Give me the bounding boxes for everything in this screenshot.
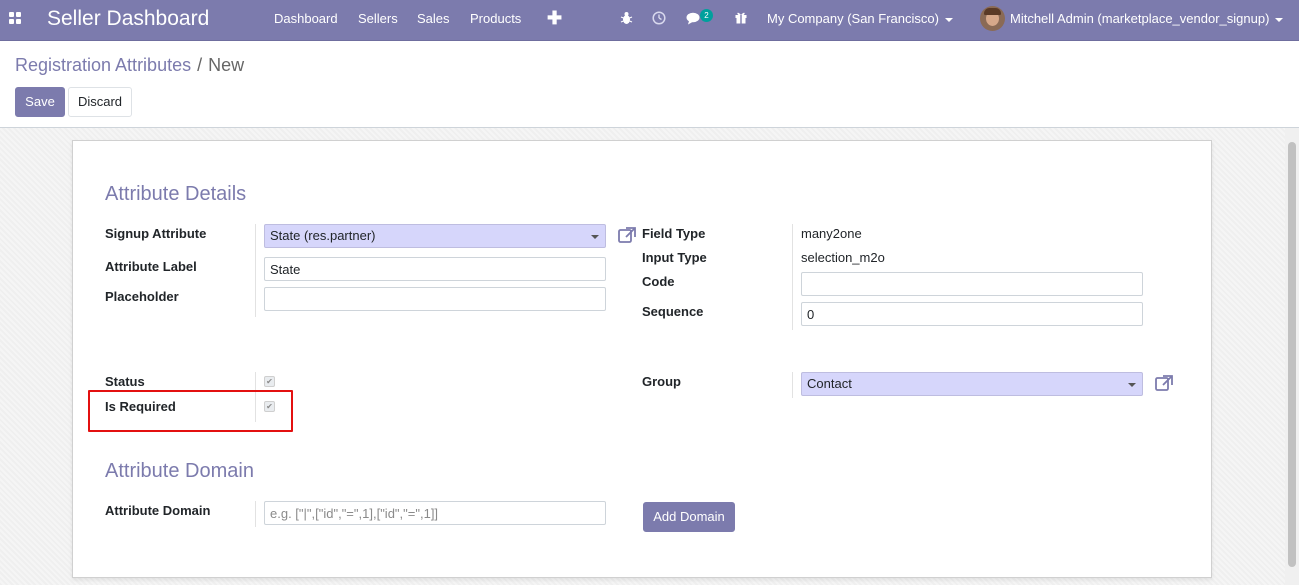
chat-count-badge: 2 (700, 9, 713, 22)
signup-attribute-label: Signup Attribute (105, 226, 207, 241)
input-type-label: Input Type (642, 250, 707, 265)
user-name: Mitchell Admin (marketplace_vendor_signu… (1010, 11, 1270, 26)
external-link-icon[interactable] (1154, 374, 1174, 392)
save-button[interactable]: Save (15, 87, 65, 117)
chevron-down-icon (944, 17, 953, 22)
apps-menu-icon[interactable] (9, 12, 22, 25)
code-input[interactable] (801, 272, 1143, 296)
discard-button[interactable]: Discard (68, 87, 132, 117)
gift-icon[interactable] (734, 10, 748, 24)
input-type-value: selection_m2o (801, 250, 885, 265)
signup-attribute-value: State (res.partner) (270, 228, 376, 243)
signup-attribute-select[interactable]: State (res.partner) (264, 224, 606, 248)
app-brand[interactable]: Seller Dashboard (47, 7, 209, 31)
attribute-label-label: Attribute Label (105, 259, 197, 274)
column-separator (255, 501, 256, 527)
company-name: My Company (San Francisco) (767, 11, 939, 26)
column-separator (255, 224, 256, 317)
highlight-box (88, 390, 293, 432)
control-panel: Registration Attributes / New Save Discard (0, 42, 1299, 128)
group-label: Group (642, 374, 681, 389)
section-title-attribute-domain: Attribute Domain (105, 460, 254, 482)
group-select[interactable]: Contact (801, 372, 1143, 396)
attribute-domain-label: Attribute Domain (105, 503, 211, 518)
sequence-label: Sequence (642, 304, 704, 319)
menu-sellers[interactable]: Sellers (358, 11, 398, 26)
placeholder-label: Placeholder (105, 289, 179, 304)
user-menu[interactable]: Mitchell Admin (marketplace_vendor_signu… (1010, 11, 1284, 26)
attribute-domain-input[interactable] (264, 501, 606, 525)
clock-icon[interactable] (652, 11, 666, 25)
section-title-attribute-details: Attribute Details (105, 183, 247, 205)
column-separator (792, 372, 793, 398)
sequence-input[interactable] (801, 302, 1143, 326)
add-domain-button[interactable]: Add Domain (643, 502, 735, 532)
field-type-value: many2one (801, 226, 862, 241)
attribute-label-input[interactable] (264, 257, 606, 281)
breadcrumb-parent[interactable]: Registration Attributes (15, 55, 191, 75)
scrollbar[interactable] (1285, 128, 1299, 585)
status-checkbox[interactable]: ✔ (264, 376, 275, 387)
group-value: Contact (807, 376, 852, 391)
field-type-label: Field Type (642, 226, 706, 241)
status-label: Status (105, 374, 145, 389)
caret-down-icon (1128, 383, 1136, 387)
plus-icon[interactable]: ✚ (547, 8, 562, 29)
column-separator (792, 224, 793, 330)
company-switcher[interactable]: My Company (San Francisco) (767, 11, 953, 26)
scrollbar-thumb[interactable] (1288, 142, 1296, 567)
placeholder-input[interactable] (264, 287, 606, 311)
breadcrumb: Registration Attributes / New (15, 55, 244, 76)
menu-dashboard[interactable]: Dashboard (274, 11, 338, 26)
menu-products[interactable]: Products (470, 11, 521, 26)
menu-sales[interactable]: Sales (417, 11, 450, 26)
breadcrumb-separator: / (197, 55, 203, 75)
external-link-icon[interactable] (617, 226, 637, 244)
code-label: Code (642, 274, 675, 289)
breadcrumb-current: New (208, 55, 245, 75)
avatar[interactable] (980, 6, 1005, 31)
chevron-down-icon (1275, 17, 1284, 22)
bug-icon[interactable] (620, 11, 633, 25)
top-navbar: Seller Dashboard Dashboard Sellers Sales… (0, 0, 1299, 41)
caret-down-icon (591, 235, 599, 239)
